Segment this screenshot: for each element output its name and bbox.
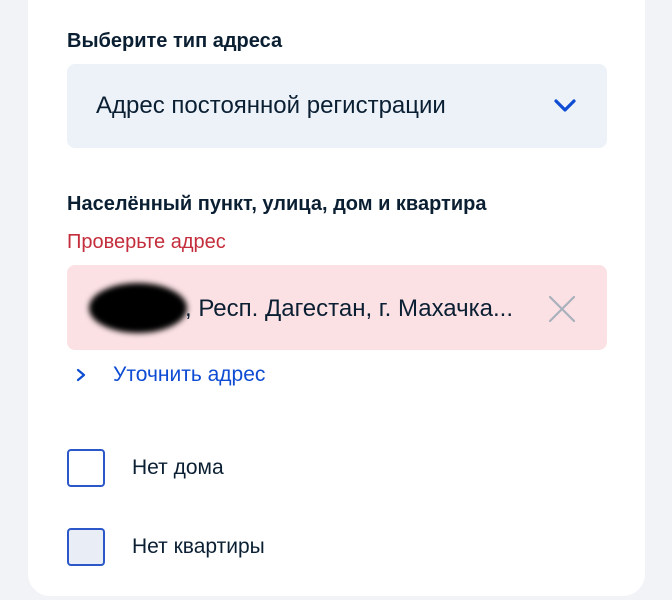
- redacted-postcode: [89, 283, 187, 333]
- no-apartment-label: Нет квартиры: [132, 535, 265, 558]
- address-type-value: Адрес постоянной регистрации: [96, 92, 446, 119]
- no-apartment-checkbox[interactable]: [67, 528, 105, 566]
- address-input[interactable]: , Респ. Дагестан, г. Махачка...: [67, 265, 607, 350]
- address-value: , Респ. Дагестан, г. Махачка...: [185, 295, 514, 322]
- no-apartment-option[interactable]: Нет квартиры: [67, 528, 265, 566]
- chevron-down-icon: [554, 99, 576, 112]
- address-label: Населённый пункт, улица, дом и квартира: [67, 193, 487, 215]
- no-house-label: Нет дома: [132, 456, 224, 479]
- address-error-text: Проверьте адрес: [67, 231, 226, 253]
- address-type-select[interactable]: Адрес постоянной регистрации: [67, 64, 607, 148]
- address-type-label: Выберите тип адреса: [67, 30, 283, 52]
- no-house-option[interactable]: Нет дома: [67, 449, 224, 487]
- refine-address-link[interactable]: Уточнить адрес: [75, 360, 265, 390]
- refine-address-label: Уточнить адрес: [113, 363, 266, 386]
- chevron-right-icon: [76, 368, 86, 382]
- no-house-checkbox[interactable]: [67, 449, 105, 487]
- close-icon[interactable]: [548, 295, 576, 323]
